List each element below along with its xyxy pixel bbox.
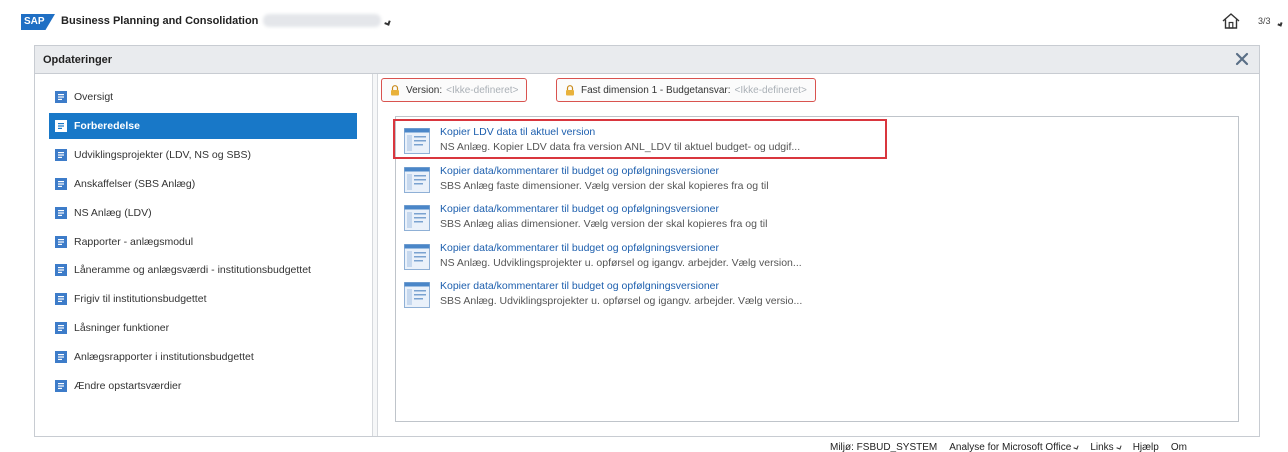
sidebar-item-label: Ændre opstartsværdier bbox=[74, 380, 182, 392]
sidebar-item-oversigt[interactable]: Oversigt bbox=[49, 84, 357, 110]
task-description: NS Anlæg. Udviklingsprojekter u. opførse… bbox=[440, 256, 802, 269]
page-icon bbox=[55, 293, 67, 306]
page-icon bbox=[55, 119, 67, 132]
sidebar: Oversigt Forberedelse Udviklingsprojekter … bbox=[35, 74, 371, 436]
sidebar-item-anskaffelser-sbs-anl-g[interactable]: Anskaffelser (SBS Anlæg) bbox=[49, 171, 357, 197]
sidebar-item-ndre-opstartsv-rdier[interactable]: Ændre opstartsværdier bbox=[49, 373, 357, 399]
filter-version-label: Version: bbox=[406, 84, 443, 96]
filter-version[interactable]: Version: <Ikke-defineret> bbox=[381, 78, 528, 102]
task-title-link[interactable]: Kopier data/kommentarer til budget og op… bbox=[440, 280, 719, 292]
sidebar-item-label: Låsninger funktioner bbox=[74, 322, 170, 335]
overview-icon bbox=[55, 91, 67, 103]
page-icon bbox=[55, 235, 67, 248]
task-item[interactable]: Kopier data/kommentarer til budget og op… bbox=[402, 202, 852, 236]
page-icon bbox=[55, 264, 67, 277]
sidebar-item-la-neramme-og-anl-gsv-rdi-institutionsbudgettet[interactable]: Låneramme og anlægsværdi - institutionsb… bbox=[49, 257, 357, 283]
sap-logo: SAP bbox=[21, 14, 55, 30]
sidebar-item-udviklingsprojekter-ldv-ns-og-sbs[interactable]: Udviklingsprojekter (LDV, NS og SBS) bbox=[49, 142, 357, 168]
sidebar-item-label: Anskaffelser (SBS Anlæg) bbox=[74, 177, 196, 190]
task-document-icon bbox=[404, 166, 430, 193]
sidebar-item-la-sninger-funktioner[interactable]: Låsninger funktioner bbox=[49, 315, 357, 341]
user-menu-caret-icon[interactable] bbox=[384, 19, 391, 26]
sidebar-item-rapporter-anl-gsmodul[interactable]: Rapporter - anlægsmodul bbox=[49, 229, 357, 255]
filter-budget-responsibility[interactable]: Fast dimension 1 - Budgetansvar: <Ikke-d… bbox=[556, 78, 816, 102]
task-item[interactable]: Kopier data/kommentarer til budget og op… bbox=[402, 279, 852, 313]
page-menu-caret-icon[interactable] bbox=[1277, 21, 1283, 27]
sidebar-item-label: Oversigt bbox=[74, 91, 114, 103]
filter-version-value: <Ikke-defineret> bbox=[446, 84, 519, 96]
dialog-title: Opdateringer bbox=[43, 54, 113, 66]
sidebar-item-label: Låneramme og anlægsværdi - institutionsb… bbox=[74, 264, 311, 277]
sidebar-item-anl-gsrapporter-i-institutionsbudgettet[interactable]: Anlægsrapporter i institutionsbudgettet bbox=[49, 344, 357, 370]
selected-task-highlight bbox=[393, 119, 887, 159]
environment-label: Miljø: FSBUD_SYSTEM bbox=[830, 442, 938, 452]
filter-budget-label: Fast dimension 1 - Budgetansvar: bbox=[581, 84, 731, 96]
lock-icon bbox=[566, 84, 574, 95]
page-count[interactable]: 3/3 bbox=[1258, 16, 1271, 26]
help-link[interactable]: Hjælp bbox=[1133, 442, 1159, 452]
sidebar-item-label: Rapporter - anlægsmodul bbox=[74, 235, 194, 248]
footer: Miljø: FSBUD_SYSTEM Analyse for Microsof… bbox=[830, 442, 1187, 452]
sidebar-item-ns-anl-g-ldv[interactable]: NS Anlæg (LDV) bbox=[49, 200, 357, 226]
task-title-link[interactable]: Kopier data/kommentarer til budget og op… bbox=[440, 165, 719, 177]
task-document-icon bbox=[404, 243, 430, 270]
analysis-menu[interactable]: Analyse for Microsoft Office bbox=[949, 442, 1079, 452]
sidebar-item-label: Anlægsrapporter i institutionsbudgettet bbox=[74, 351, 254, 364]
updates-dialog: Opdateringer Oversigt Forberedelse Udvikli… bbox=[34, 45, 1260, 437]
lock-icon bbox=[391, 84, 399, 95]
task-list-panel: Kopier LDV data til aktuel version NS Anl… bbox=[395, 116, 1239, 422]
chevron-down-icon bbox=[1116, 444, 1122, 450]
page-icon bbox=[55, 380, 67, 392]
task-item[interactable]: Kopier data/kommentarer til budget og op… bbox=[402, 241, 852, 275]
task-title-link[interactable]: Kopier data/kommentarer til budget og op… bbox=[440, 203, 719, 215]
page-icon bbox=[55, 351, 67, 364]
task-item[interactable]: Kopier data/kommentarer til budget og op… bbox=[402, 164, 852, 198]
dialog-header: Opdateringer bbox=[35, 46, 1259, 74]
analysis-label: Analyse for Microsoft Office bbox=[949, 442, 1072, 452]
page-icon bbox=[55, 206, 67, 219]
app-title: Business Planning and Consolidation bbox=[61, 15, 259, 27]
home-icon[interactable] bbox=[1222, 13, 1240, 29]
user-name-blurred[interactable] bbox=[263, 14, 381, 27]
links-label: Links bbox=[1090, 442, 1114, 452]
page-icon bbox=[55, 148, 67, 161]
task-description: SBS Anlæg faste dimensioner. Vælg versio… bbox=[440, 179, 769, 192]
task-description: SBS Anlæg alias dimensioner. Vælg versio… bbox=[440, 218, 768, 230]
task-title-link[interactable]: Kopier data/kommentarer til budget og op… bbox=[440, 242, 719, 254]
task-description: SBS Anlæg. Udviklingsprojekter u. opførs… bbox=[440, 295, 803, 307]
sidebar-item-label: Frigiv til institutionsbudgettet bbox=[74, 293, 207, 306]
page-icon bbox=[55, 177, 67, 190]
sidebar-item-label: NS Anlæg (LDV) bbox=[74, 206, 152, 219]
sidebar-item-label: Forberedelse bbox=[74, 119, 140, 132]
task-document-icon bbox=[404, 282, 430, 308]
close-icon[interactable] bbox=[1233, 50, 1251, 68]
sidebar-item-label: Udviklingsprojekter (LDV, NS og SBS) bbox=[74, 148, 252, 161]
chevron-down-icon bbox=[1073, 444, 1079, 450]
about-link[interactable]: Om bbox=[1171, 442, 1187, 452]
filter-budget-value: <Ikke-defineret> bbox=[734, 84, 807, 96]
splitter[interactable] bbox=[372, 74, 378, 436]
sidebar-item-frigiv-til-institutionsbudgettet[interactable]: Frigiv til institutionsbudgettet bbox=[49, 286, 357, 312]
links-menu[interactable]: Links bbox=[1090, 442, 1122, 452]
top-bar: SAP Business Planning and Consolidation … bbox=[0, 0, 1288, 40]
task-document-icon bbox=[404, 205, 430, 231]
page-icon bbox=[55, 322, 67, 335]
sidebar-item-forberedelse[interactable]: Forberedelse bbox=[49, 112, 357, 139]
